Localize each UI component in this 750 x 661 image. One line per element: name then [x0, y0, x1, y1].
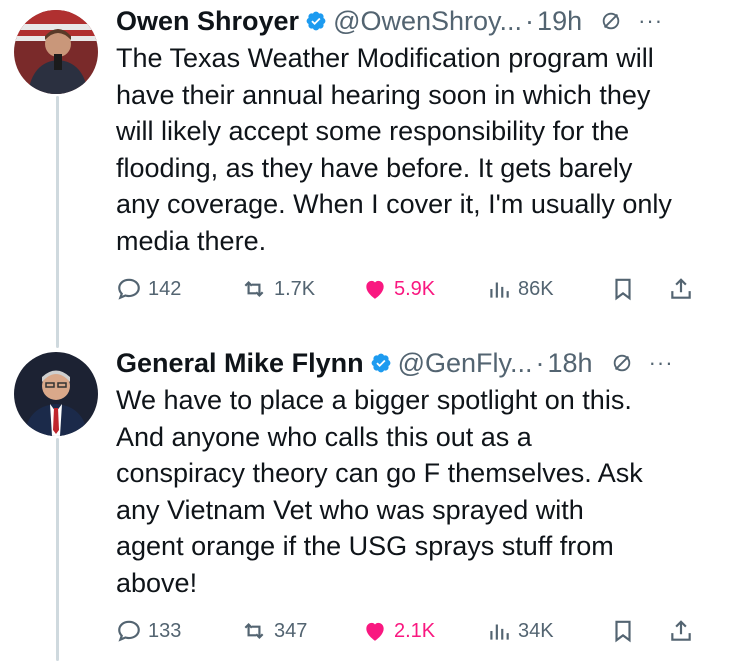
tweet-text-line: The Texas Weather Modification program w…: [116, 43, 654, 73]
tweet-text-line: flooding, as they have before. It gets b…: [116, 152, 633, 183]
tweet-header: Owen Shroyer @OwenShroy... · 19h ···: [116, 4, 663, 38]
views-button[interactable]: 86K: [486, 276, 554, 302]
views-count: 34K: [518, 619, 554, 642]
share-button[interactable]: [668, 276, 694, 302]
grok-icon[interactable]: [611, 352, 633, 374]
tweet-text-line: media there.: [116, 225, 267, 256]
verified-icon: [306, 11, 326, 31]
tweet-text-line: agent orange if the USG sprays stuff fro…: [116, 531, 614, 561]
tweet-text: The Texas Weather Modification program w…: [116, 40, 736, 259]
views-count: 86K: [518, 277, 554, 300]
thread-line: [56, 96, 59, 348]
display-name[interactable]: General Mike Flynn: [116, 346, 364, 380]
timestamp[interactable]: 18h: [548, 346, 593, 380]
timestamp[interactable]: 19h: [537, 4, 582, 38]
repost-button[interactable]: 347: [240, 618, 307, 644]
repost-count: 347: [274, 619, 308, 642]
thread-line: [56, 438, 59, 661]
like-icon: [366, 280, 384, 299]
more-icon[interactable]: ···: [649, 346, 674, 380]
repost-button[interactable]: 1.7K: [240, 276, 315, 302]
avatar[interactable]: [14, 10, 98, 94]
views-button[interactable]: 34K: [486, 618, 554, 644]
separator-dot: ·: [535, 348, 545, 378]
display-name[interactable]: Owen Shroyer: [116, 4, 299, 38]
avatar[interactable]: [14, 352, 98, 436]
reply-count: 133: [148, 619, 182, 642]
like-icon: [366, 622, 384, 641]
repost-icon: [244, 280, 264, 298]
bookmark-icon: [615, 278, 631, 301]
tweet-text-line: conspiracy theory can go F themselves. A…: [116, 458, 643, 488]
reply-icon: [118, 278, 140, 300]
tweet-text-line: above!: [116, 567, 198, 598]
reply-icon: [118, 620, 140, 642]
repost-count: 1.7K: [274, 277, 316, 300]
like-count: 5.9K: [394, 277, 436, 300]
grok-icon[interactable]: [600, 10, 622, 32]
reply-count: 142: [148, 277, 182, 300]
share-button[interactable]: [668, 618, 694, 644]
handle[interactable]: @GenFly...: [398, 346, 533, 380]
share-icon: [671, 278, 691, 299]
reply-button[interactable]: 133: [116, 618, 181, 644]
separator-dot: ·: [525, 6, 535, 36]
views-icon: [490, 282, 509, 298]
tweet-text-line: will likely accept some responsibility f…: [116, 116, 630, 146]
more-icon[interactable]: ···: [638, 4, 663, 38]
bookmark-button[interactable]: [610, 276, 636, 302]
verified-icon: [371, 353, 390, 373]
bookmark-button[interactable]: [610, 618, 636, 644]
tweet-text-line: have their annual hearing soon in which …: [116, 79, 651, 110]
reply-button[interactable]: 142: [116, 276, 181, 302]
tweet-header: General Mike Flynn @GenFly... · 18h ···: [116, 346, 674, 380]
tweet-text-line: And anyone who calls this out as a: [116, 421, 532, 452]
views-icon: [490, 624, 509, 640]
share-icon: [671, 620, 691, 641]
tweet-text-line: any Vietnam Vet who was sprayed with: [116, 494, 584, 525]
handle[interactable]: @OwenShroy...: [333, 4, 522, 38]
tweet-text-line: any coverage. When I cover it, I'm usual…: [116, 189, 672, 219]
repost-icon: [244, 622, 264, 640]
bookmark-icon: [615, 620, 631, 643]
like-count: 2.1K: [394, 619, 436, 642]
like-button[interactable]: 2.1K: [362, 618, 435, 644]
tweet-text-line: We have to place a bigger spotlight on t…: [116, 385, 632, 415]
like-button[interactable]: 5.9K: [362, 276, 435, 302]
tweet-text: We have to place a bigger spotlight on t…: [116, 382, 736, 601]
